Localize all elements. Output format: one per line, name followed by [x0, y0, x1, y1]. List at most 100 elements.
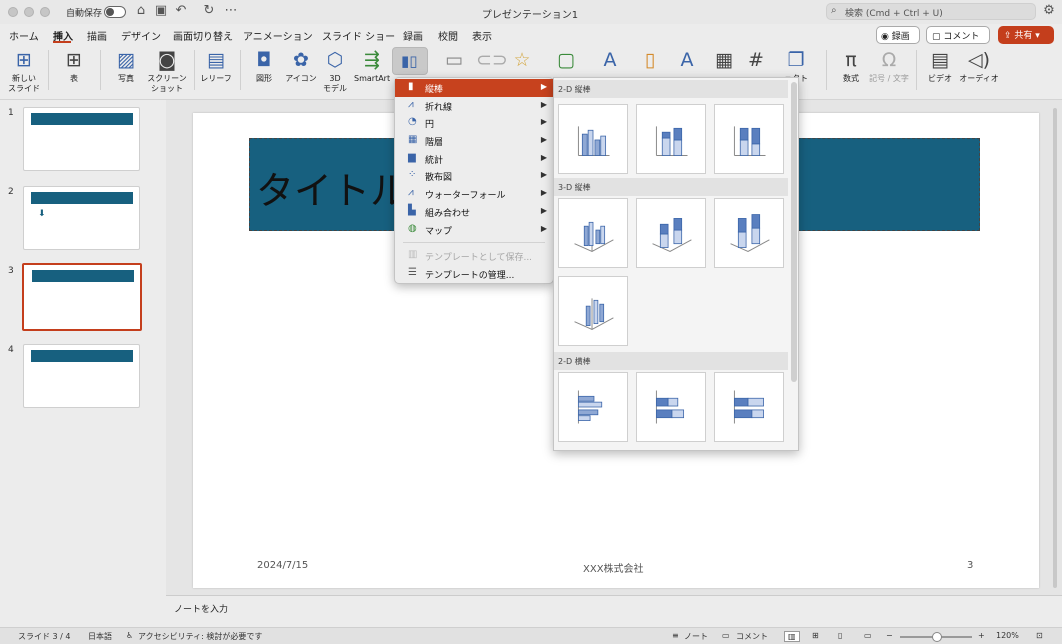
video-label: ビデオ — [928, 74, 952, 83]
stacked-bar-option[interactable] — [636, 372, 706, 442]
menu-item-statistic[interactable]: ▆ 統計 ▶ — [395, 150, 553, 168]
tab-design[interactable]: デザイン — [121, 28, 161, 43]
picture-button[interactable]: ▨ 写真 — [108, 48, 144, 84]
percent-stacked-column-icon — [733, 126, 766, 156]
media-placeholder-button[interactable]: ▭ — [436, 48, 472, 74]
relief-button[interactable]: ▤ レリーフ — [198, 48, 234, 84]
100-stacked-column-option[interactable] — [714, 104, 784, 174]
submenu-arrow-icon: ▶ — [540, 135, 547, 145]
gallery-section-header: 3-D 縦棒 — [554, 178, 788, 196]
language-indicator[interactable]: 日本語 — [88, 631, 112, 642]
notes-pane[interactable]: ノートを入力 — [166, 595, 1062, 627]
3d-column-option[interactable] — [558, 276, 628, 346]
accessibility-status[interactable]: アクセシビリティ: 検討が必要です — [138, 631, 262, 642]
new-slide-button[interactable]: ⊞ 新しい スライド — [6, 48, 42, 94]
cube-icon: ⬡ — [326, 49, 344, 71]
menu-item-scatter[interactable]: ⁘ 散布図 ▶ — [395, 167, 553, 185]
undo-icon[interactable]: ↶ — [172, 3, 190, 18]
smartart-button[interactable]: ⇶ SmartArt — [354, 48, 390, 84]
autosave-toggle[interactable] — [104, 6, 126, 18]
3d-100-stacked-column-option[interactable] — [714, 198, 784, 268]
slide-thumbnail[interactable] — [23, 344, 140, 408]
zoom-out-icon[interactable]: − — [886, 631, 893, 640]
vertical-scrollbar[interactable] — [1050, 100, 1060, 595]
minimize-window-icon[interactable] — [24, 7, 34, 17]
share-button[interactable]: ⇪ 共有 ▾ — [998, 26, 1054, 44]
video-button[interactable]: ▤ ビデオ — [922, 48, 958, 84]
slide-thumbnail[interactable] — [23, 107, 140, 171]
settings-icon[interactable]: ⚙ — [1040, 3, 1058, 18]
3d-model-button[interactable]: ⬡ 3D モデル — [320, 48, 350, 94]
camera-icon: ◙ — [157, 49, 177, 71]
menu-item-save-template: ▥ テンプレートとして保存... — [395, 247, 553, 265]
symbol-button[interactable]: Ω 記号 / 文字 — [868, 48, 910, 84]
fit-slide-icon[interactable]: ⊡ — [1036, 631, 1043, 640]
date-time-button[interactable]: ▦ — [708, 48, 740, 74]
more-icon[interactable]: ⋯ — [222, 3, 240, 18]
menu-item-combo[interactable]: ▙ 組み合わせ ▶ — [395, 203, 553, 221]
shapes-button[interactable]: ◘ 図形 — [248, 48, 280, 84]
clustered-column-option[interactable] — [558, 104, 628, 174]
zoom-window-icon[interactable] — [40, 7, 50, 17]
icons-button[interactable]: ✿ アイコン — [284, 48, 318, 84]
chart-button[interactable]: ▮▯ — [392, 47, 428, 75]
menu-item-manage-templates[interactable]: ☰ テンプレートの管理... — [395, 265, 553, 283]
menu-item-line[interactable]: ⩘ 折れ線 ▶ — [395, 97, 553, 115]
3d-clustered-column-option[interactable] — [558, 198, 628, 268]
tab-record[interactable]: 録画 — [403, 28, 423, 43]
tab-animations[interactable]: アニメーション — [243, 28, 313, 43]
wordart-button[interactable]: A — [670, 48, 704, 74]
reading-view-icon[interactable]: ▯ — [838, 631, 842, 640]
audio-button[interactable]: ◁) オーディオ — [958, 48, 1000, 84]
comment-button[interactable]: ▢ コメント — [926, 26, 990, 44]
close-window-icon[interactable] — [8, 7, 18, 17]
tab-slideshow[interactable]: スライド ショー — [322, 28, 395, 43]
save-icon[interactable]: ▣ — [152, 3, 170, 18]
star-icon: ☆ — [513, 49, 531, 71]
tab-transitions[interactable]: 画面切り替え — [173, 28, 233, 43]
3d-stacked-column-option[interactable] — [636, 198, 706, 268]
gallery-scrollbar[interactable] — [791, 82, 797, 382]
header-footer-button[interactable]: ▯ — [636, 48, 664, 74]
menu-item-hierarchy[interactable]: ▦ 階層 ▶ — [395, 132, 553, 150]
icons-icon: ✿ — [293, 49, 309, 71]
new-slide-icon: ⊞ — [16, 49, 32, 71]
statistic-chart-icon: ▆ — [408, 151, 416, 163]
tab-home[interactable]: ホーム — [9, 28, 39, 43]
zoom-level[interactable]: 120% — [996, 631, 1019, 640]
notes-placeholder: ノートを入力 — [174, 605, 229, 615]
icons-label: アイコン — [285, 74, 317, 83]
redo-icon[interactable]: ↻ — [200, 3, 218, 18]
zoom-slider-handle[interactable] — [932, 632, 942, 642]
table-button[interactable]: ⊞ 表 — [56, 48, 92, 84]
tab-view[interactable]: 表示 — [472, 28, 492, 43]
clustered-bar-option[interactable] — [558, 372, 628, 442]
menu-item-waterfall[interactable]: ⩘ ウォーターフォール ▶ — [395, 185, 553, 203]
slide-sorter-icon[interactable]: ⊞ — [812, 631, 819, 640]
tab-draw[interactable]: 描画 — [87, 28, 107, 43]
stacked-column-option[interactable] — [636, 104, 706, 174]
screenshot-button[interactable]: ◙ スクリーン ショット — [144, 48, 190, 94]
link-button[interactable]: ⊂⊃ — [476, 48, 508, 74]
menu-item-column[interactable]: ▮ 縦棒 ▶ — [395, 79, 553, 97]
textbox-button[interactable]: A — [594, 48, 626, 74]
slideshow-view-icon[interactable]: ▭ — [864, 631, 872, 640]
new-comment-button[interactable]: ▢ — [550, 48, 582, 74]
slide-thumbnail-selected[interactable] — [22, 263, 142, 331]
slide-thumbnail[interactable]: ⬇ — [23, 186, 140, 250]
home-icon[interactable]: ⌂ — [132, 3, 150, 18]
equation-button[interactable]: π 数式 — [834, 48, 868, 84]
record-button[interactable]: ◉ 録画 — [876, 26, 920, 44]
notes-toggle[interactable]: ノート — [684, 631, 708, 642]
menu-item-map[interactable]: ◍ マップ ▶ — [395, 221, 553, 239]
3d-model-label: 3D モデル — [323, 74, 347, 93]
tab-review[interactable]: 校閲 — [438, 28, 458, 43]
search-input[interactable]: ⌕ 検索 (Cmd + Ctrl + U) — [826, 3, 1036, 20]
normal-view-icon[interactable]: ▥ — [784, 631, 800, 642]
slide-number-button[interactable]: # — [742, 48, 770, 74]
menu-item-pie[interactable]: ◔ 円 ▶ — [395, 114, 553, 132]
zoom-in-icon[interactable]: + — [978, 631, 985, 640]
action-button[interactable]: ☆ — [508, 48, 536, 74]
comments-toggle[interactable]: コメント — [736, 631, 768, 642]
100-stacked-bar-option[interactable] — [714, 372, 784, 442]
